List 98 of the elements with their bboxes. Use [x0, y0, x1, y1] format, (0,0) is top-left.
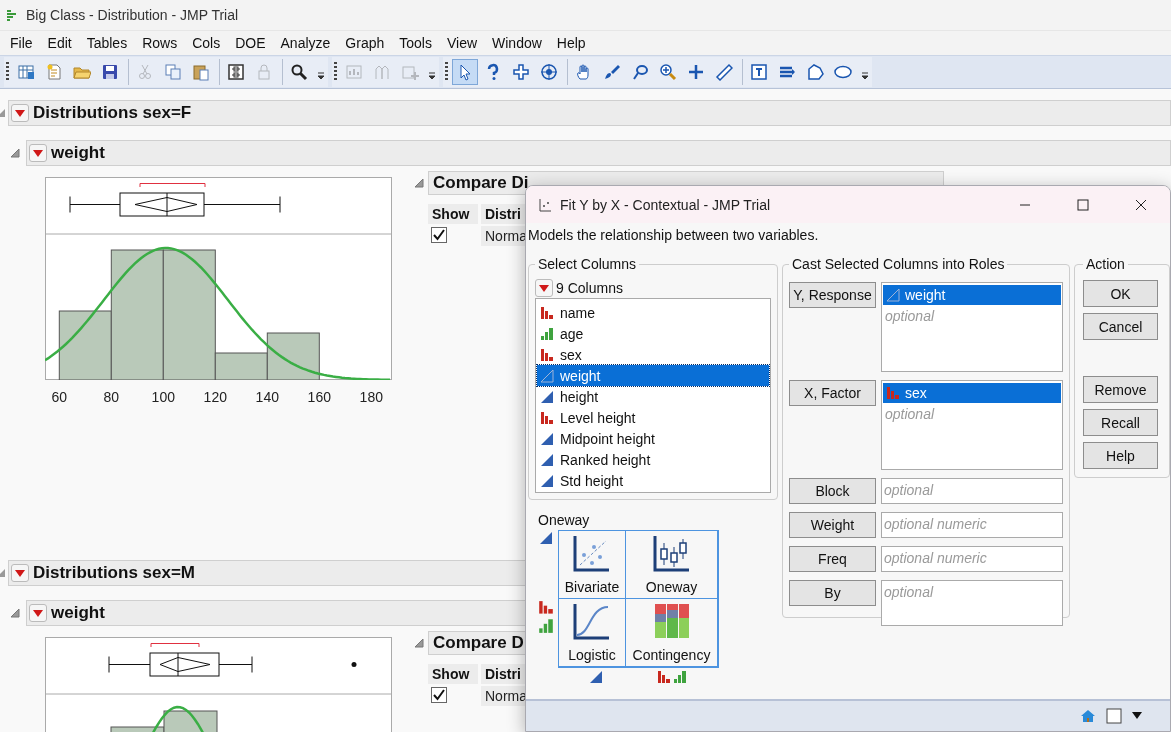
role-button[interactable]: X, Factor	[789, 380, 876, 406]
axis-label: 100	[151, 389, 175, 405]
placeholder: optional	[884, 307, 936, 324]
continuous-icon	[588, 670, 604, 684]
list-item[interactable]: Level height	[537, 407, 769, 428]
list-item[interactable]: age	[537, 323, 769, 344]
maximize-icon[interactable]	[1077, 198, 1089, 211]
column-header: Show	[428, 204, 478, 224]
dropdown-icon[interactable]	[1132, 712, 1142, 720]
menu-item[interactable]: Cols	[185, 35, 228, 51]
checkbox[interactable]	[431, 687, 447, 703]
app-icon	[6, 9, 18, 21]
list-item[interactable]: sex	[883, 383, 1061, 403]
role-field[interactable]: weight optional	[881, 282, 1063, 372]
role-field[interactable]: sex optional	[881, 380, 1063, 470]
menu-item[interactable]: File	[3, 35, 40, 51]
action-button[interactable]: OK	[1083, 280, 1158, 307]
close-icon[interactable]	[1135, 198, 1147, 211]
placeholder: optional numeric	[883, 515, 988, 532]
nominal-icon	[540, 347, 554, 362]
nominal-icon	[540, 305, 554, 320]
role-button[interactable]: Freq	[789, 546, 876, 572]
outlier-point	[351, 662, 357, 667]
disclosure-icon[interactable]	[10, 148, 20, 158]
section-title: Distributions sex=F	[33, 103, 192, 123]
list-item[interactable]: sex	[537, 344, 769, 365]
axis-label: 80	[103, 389, 120, 405]
nominal-icon	[886, 386, 900, 400]
square-icon[interactable]	[1106, 708, 1122, 724]
continuous-icon	[540, 368, 554, 383]
disclosure-icon[interactable]	[414, 178, 424, 188]
axis-label: 180	[359, 389, 383, 405]
list-item[interactable]: Std height	[537, 470, 769, 491]
categorical-icons	[656, 670, 688, 684]
ordinal-icon	[540, 326, 554, 341]
axis-label: 140	[255, 389, 279, 405]
variable-title: weight	[51, 603, 105, 623]
continuous-icon	[540, 452, 554, 467]
role-button[interactable]: By	[789, 580, 876, 606]
section-title: Distributions sex=M	[33, 563, 195, 583]
menu-item[interactable]: Tables	[79, 35, 135, 51]
variable-title: weight	[51, 143, 105, 163]
platform-title: Oneway	[538, 512, 591, 528]
disclosure-icon[interactable]	[414, 638, 424, 648]
continuous-icon	[540, 389, 554, 404]
list-item[interactable]: name	[537, 302, 769, 323]
shortest-half-bracket	[139, 183, 206, 188]
list-item[interactable]: Ranked height	[537, 449, 769, 470]
group-title: Action	[1085, 256, 1126, 272]
nominal-icon	[540, 410, 554, 425]
oneway-icon	[651, 533, 692, 573]
description: Models the relationship between two variables.	[528, 227, 820, 245]
window-title: Big Class - Distribution - JMP Trial	[26, 7, 239, 23]
platform-button[interactable]: Contingency	[625, 598, 718, 667]
menu-item[interactable]: Window	[485, 35, 549, 51]
app-icon	[538, 197, 552, 212]
group-title: Select Columns	[537, 256, 638, 272]
list-item[interactable]: weight	[537, 365, 769, 386]
role-button[interactable]: Block	[789, 478, 876, 504]
continuous-icon	[886, 288, 900, 302]
categorical-icons	[538, 600, 554, 634]
group-title: Cast Selected Columns into Roles	[791, 256, 1006, 272]
menu-item[interactable]: Rows	[135, 35, 185, 51]
action-button[interactable]: Remove	[1083, 376, 1158, 403]
list-item[interactable]: weight	[883, 285, 1061, 305]
bivariate-icon	[572, 533, 612, 573]
continuous-icon	[540, 473, 554, 488]
action-button[interactable]: Recall	[1083, 409, 1158, 436]
role-button[interactable]: Weight	[789, 512, 876, 538]
disclosure-icon[interactable]	[10, 608, 20, 618]
list-item[interactable]: Midpoint height	[537, 428, 769, 449]
menu-item[interactable]: Graph	[338, 35, 392, 51]
home-icon[interactable]	[1080, 708, 1096, 724]
action-button[interactable]: Cancel	[1083, 313, 1158, 340]
menu-item[interactable]: DOE	[228, 35, 273, 51]
logistic-icon	[572, 601, 612, 641]
axis-label: 60	[51, 389, 68, 405]
continuous-icon	[540, 431, 554, 446]
placeholder: optional	[884, 405, 936, 422]
menu-item[interactable]: Analyze	[273, 35, 338, 51]
menu-item[interactable]: Tools	[392, 35, 439, 51]
action-button[interactable]: Help	[1083, 442, 1158, 469]
placeholder: optional numeric	[883, 549, 988, 566]
continuous-icon	[538, 531, 554, 545]
checkbox[interactable]	[431, 227, 447, 243]
axis-label: 160	[307, 389, 331, 405]
list-item[interactable]: height	[537, 386, 769, 407]
menu-item[interactable]: Edit	[40, 35, 79, 51]
placeholder: optional	[883, 481, 935, 498]
axis-label: 120	[203, 389, 227, 405]
shortest-half-bracket	[150, 643, 200, 648]
menu-item[interactable]: Help	[549, 35, 593, 51]
role-button[interactable]: Y, Response	[789, 282, 876, 308]
menu-item[interactable]: View	[439, 35, 485, 51]
column-header: Show	[428, 664, 478, 684]
column-count: 9 Columns	[556, 280, 623, 296]
window-title: Fit Y by X - Contextual - JMP Trial	[560, 196, 772, 213]
placeholder: optional	[883, 583, 935, 600]
